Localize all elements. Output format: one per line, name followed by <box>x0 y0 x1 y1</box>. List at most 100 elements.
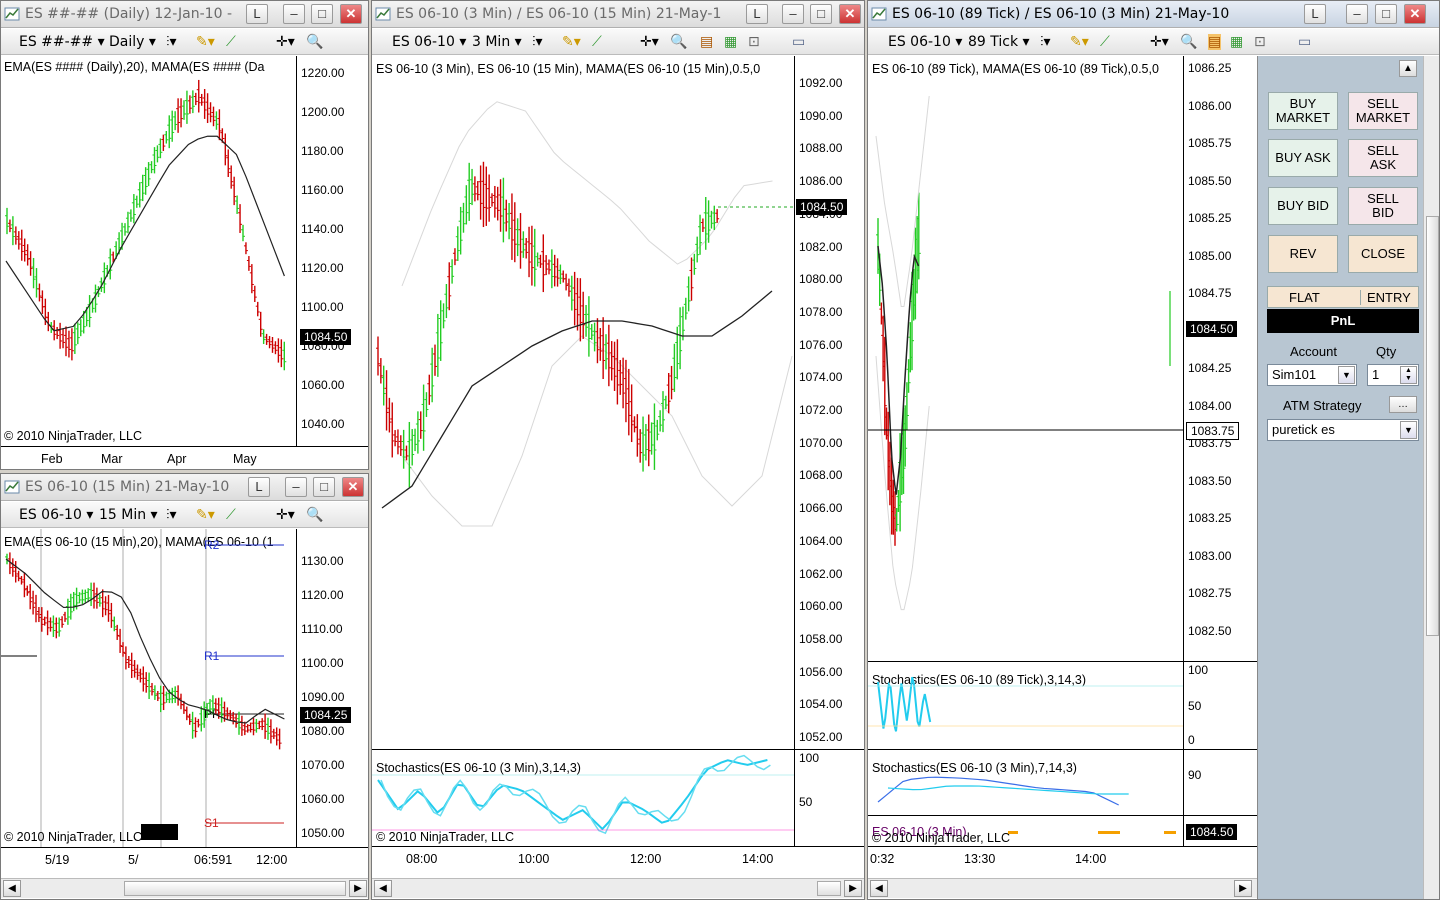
interval-selector[interactable]: 3 Min ▾ <box>472 34 522 50</box>
zoom-icon[interactable]: 🔍 <box>306 34 323 50</box>
chart-window-15min[interactable]: ES 06-10 (15 Min) 21-May-10 L – □ ✕ ES 0… <box>0 473 369 900</box>
chart-window-tick[interactable]: ES 06-10 (89 Tick) / ES 06-10 (3 Min) 21… <box>867 0 1440 900</box>
close-button[interactable]: ✕ <box>1404 4 1426 24</box>
close-position-button[interactable]: CLOSE <box>1348 235 1418 273</box>
minimize-button[interactable]: – <box>1346 4 1368 24</box>
maximize-button[interactable]: □ <box>810 4 832 24</box>
chart-window-daily[interactable]: ES ##-## (Daily) 12-Jan-10 - L – □ ✕ ES … <box>0 0 369 470</box>
price-axis[interactable]: 1092.001090.001088.001086.001084.001082.… <box>794 56 864 749</box>
horizontal-scrollbar[interactable]: ◀ ▶ <box>1 878 368 898</box>
stochastics-panel-tick[interactable]: Stochastics(ES 06-10 (89 Tick),3,14,3) <box>868 661 1183 749</box>
zoom-icon[interactable]: 🔍 <box>306 507 323 523</box>
chart-trader-icon[interactable]: ▤ <box>700 34 713 50</box>
scroll-left-button[interactable]: ◀ <box>374 880 392 897</box>
maximize-button[interactable]: □ <box>1375 4 1397 24</box>
reverse-button[interactable]: REV <box>1268 235 1338 273</box>
panel-collapse-button[interactable]: ▲ <box>1399 60 1417 77</box>
scroll-left-button[interactable]: ◀ <box>870 880 888 897</box>
bar-type-icon[interactable]: ⫶▾ <box>166 507 177 523</box>
buy-market-button[interactable]: BUY MARKET <box>1268 92 1338 130</box>
atm-settings-button[interactable]: … <box>1389 396 1417 413</box>
bar-type-icon[interactable]: ⫶▾ <box>532 34 543 50</box>
link-button[interactable]: L <box>1304 4 1326 24</box>
drawing-tool-icon[interactable]: ✎▾ <box>1070 34 1089 50</box>
chevron-down-icon[interactable]: ▼ <box>1338 366 1355 384</box>
scroll-left-button[interactable]: ◀ <box>3 880 21 897</box>
horizontal-scrollbar[interactable]: ◀ ▶ <box>868 878 1257 898</box>
title-bar[interactable]: ES 06-10 (89 Tick) / ES 06-10 (3 Min) 21… <box>868 1 1439 28</box>
drawing-tool-icon[interactable]: ✎▾ <box>562 34 581 50</box>
link-button[interactable]: L <box>246 4 268 24</box>
stochastics-panel[interactable]: Stochastics(ES 06-10 (3 Min),3,14,3) © 2… <box>372 749 794 846</box>
price-plot[interactable]: EMA(ES 06-10 (15 Min),20), MAMA(ES 06-10… <box>1 529 296 847</box>
indicator-icon[interactable]: ⟋ <box>226 507 236 523</box>
template-icon[interactable]: ▭ <box>792 34 805 50</box>
scroll-right-button[interactable]: ▶ <box>1234 880 1252 897</box>
minimize-button[interactable]: – <box>285 477 307 497</box>
bar-type-icon[interactable]: ⫶▾ <box>166 34 177 50</box>
interval-selector[interactable]: 89 Tick ▾ <box>968 34 1030 50</box>
close-button[interactable]: ✕ <box>342 477 364 497</box>
price-axis[interactable]: 1220.00 1200.00 1180.00 1160.00 1140.00 1120.… <box>296 56 368 446</box>
scroll-right-button[interactable]: ▶ <box>349 880 367 897</box>
price-axis[interactable]: 1086.25 1086.00 1085.75 1085.50 1085.25 1085.… <box>1183 56 1257 661</box>
title-bar[interactable]: ES 06-10 (3 Min) / ES 06-10 (15 Min) 21-… <box>372 1 864 28</box>
title-bar[interactable]: ES ##-## (Daily) 12-Jan-10 - L – □ ✕ <box>1 1 368 28</box>
interval-selector[interactable]: 15 Min ▾ <box>99 507 158 523</box>
template-icon[interactable]: ▭ <box>1298 34 1311 50</box>
chevron-down-icon[interactable]: ▼ <box>1400 421 1417 439</box>
price-plot[interactable]: EMA(ES #### (Daily),20), MAMA(ES #### (D… <box>1 56 296 446</box>
close-button[interactable]: ✕ <box>340 4 362 24</box>
price-plot[interactable]: ES 06-10 (3 Min), ES 06-10 (15 Min), MAM… <box>372 56 794 749</box>
data-box-icon[interactable]: ▦ <box>1230 34 1243 50</box>
title-bar[interactable]: ES 06-10 (15 Min) 21-May-10 L – □ ✕ <box>1 474 368 501</box>
price-plot[interactable]: ES 06-10 (89 Tick), MAMA(ES 06-10 (89 Ti… <box>868 56 1183 661</box>
properties-icon[interactable]: ⊡ <box>748 34 760 50</box>
indicator-icon[interactable]: ⟋ <box>1100 34 1110 50</box>
data-box-icon[interactable]: ▦ <box>724 34 737 50</box>
link-button[interactable]: L <box>746 4 768 24</box>
crosshair-icon[interactable]: ✛▾ <box>1150 34 1169 50</box>
link-button[interactable]: L <box>248 477 270 497</box>
sell-ask-button[interactable]: SELL ASK <box>1348 139 1418 177</box>
zoom-icon[interactable]: 🔍 <box>1180 34 1197 50</box>
indicator-icon[interactable]: ⟋ <box>226 34 236 50</box>
minimize-button[interactable]: – <box>283 4 305 24</box>
instrument-selector[interactable]: ES ##-## ▾ <box>19 34 105 50</box>
stepper-arrows-icon[interactable]: ▲ ▼ <box>1400 366 1417 384</box>
indicator-icon[interactable]: ⟋ <box>592 34 602 50</box>
drawing-tool-icon[interactable]: ✎▾ <box>196 34 215 50</box>
stochastics-panel-3min[interactable]: Stochastics(ES 06-10 (3 Min),7,14,3) <box>868 749 1183 815</box>
close-button[interactable]: ✕ <box>839 4 861 24</box>
horizontal-scrollbar[interactable]: ◀ ▶ <box>372 878 864 898</box>
scroll-thumb[interactable] <box>1426 216 1439 636</box>
scroll-thumb[interactable] <box>817 881 841 896</box>
scroll-thumb[interactable] <box>124 881 346 896</box>
instrument-selector[interactable]: ES 06-10 ▾ <box>888 34 962 50</box>
chart-trader-icon[interactable]: ▤ <box>1208 34 1222 50</box>
instrument-selector[interactable]: ES 06-10 ▾ <box>392 34 466 50</box>
minimize-button[interactable]: – <box>782 4 804 24</box>
price-axis[interactable]: 1130.00 1120.00 1110.00 1100.00 1090.00 1080.… <box>296 529 368 847</box>
interval-selector[interactable]: Daily ▾ <box>109 34 156 50</box>
buy-ask-button[interactable]: BUY ASK <box>1268 139 1338 177</box>
crosshair-icon[interactable]: ✛▾ <box>276 34 295 50</box>
vertical-scrollbar[interactable] <box>1423 56 1439 899</box>
scroll-right-button[interactable]: ▶ <box>844 880 862 897</box>
bottom-panel[interactable]: ES 06-10 (3 Min) © 2010 NinjaTrader, LLC <box>868 815 1183 846</box>
bar-type-icon[interactable]: ⫶▾ <box>1040 34 1051 50</box>
crosshair-icon[interactable]: ✛▾ <box>276 507 295 523</box>
atm-strategy-select[interactable]: puretick es ▼ <box>1267 419 1419 441</box>
account-select[interactable]: Sim101 ▼ <box>1267 364 1357 386</box>
instrument-selector[interactable]: ES 06-10 ▾ <box>19 507 93 523</box>
zoom-icon[interactable]: 🔍 <box>670 34 687 50</box>
buy-bid-button[interactable]: BUY BID <box>1268 187 1338 225</box>
maximize-button[interactable]: □ <box>313 477 335 497</box>
qty-stepper[interactable]: 1 ▲ ▼ <box>1367 364 1419 386</box>
sell-bid-button[interactable]: SELL BID <box>1348 187 1418 225</box>
crosshair-icon[interactable]: ✛▾ <box>640 34 659 50</box>
properties-icon[interactable]: ⊡ <box>1254 34 1266 50</box>
chart-window-3min[interactable]: ES 06-10 (3 Min) / ES 06-10 (15 Min) 21-… <box>371 0 865 900</box>
sell-market-button[interactable]: SELL MARKET <box>1348 92 1418 130</box>
maximize-button[interactable]: □ <box>311 4 333 24</box>
